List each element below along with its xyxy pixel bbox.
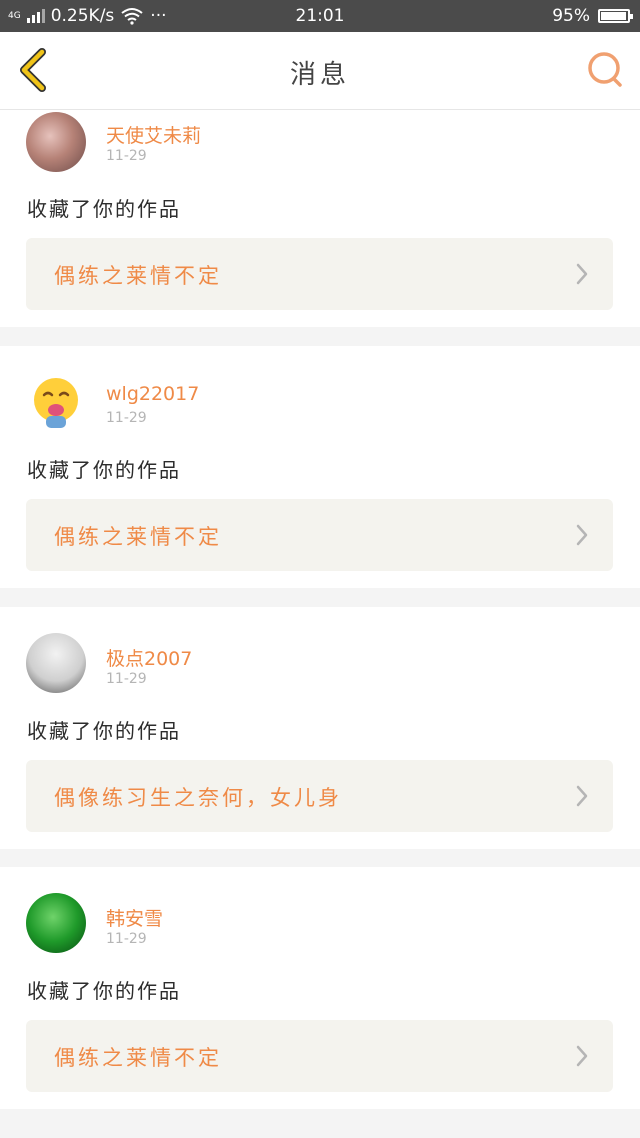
work-link[interactable]: 偶练之莱情不定 (26, 1020, 613, 1092)
emoji-avatar-icon (34, 378, 78, 428)
message-date: 11-29 (106, 148, 147, 164)
chevron-right-icon (576, 1045, 588, 1067)
username[interactable]: 韩安雪 (106, 904, 163, 931)
work-title: 偶像练习生之奈何，女儿身 (54, 786, 342, 810)
message-card: 极点2007 11-29 收藏了你的作品 偶像练习生之奈何，女儿身 (0, 607, 640, 849)
message-date: 11-29 (106, 671, 147, 687)
status-right: 95% (552, 6, 633, 26)
work-title: 偶练之莱情不定 (54, 1046, 222, 1070)
status-bar: 4G 0.25K/s ··· 21:01 95% (0, 0, 640, 32)
work-link[interactable]: 偶练之莱情不定 (26, 499, 613, 571)
work-link[interactable]: 偶练之莱情不定 (26, 238, 613, 310)
chevron-right-icon (576, 785, 588, 807)
work-title: 偶练之莱情不定 (54, 525, 222, 549)
chevron-right-icon (576, 524, 588, 546)
clock: 21:01 (295, 6, 345, 26)
message-card: 天使艾未莉 11-29 收藏了你的作品 偶练之莱情不定 (0, 110, 640, 327)
avatar[interactable] (26, 633, 86, 693)
battery-fill (601, 12, 626, 20)
message-card: wlg22017 11-29 收藏了你的作品 偶练之莱情不定 (0, 346, 640, 588)
message-action: 收藏了你的作品 (27, 719, 181, 743)
battery-percent: 95% (552, 6, 590, 26)
page-title: 消息 (289, 60, 350, 90)
message-action: 收藏了你的作品 (27, 197, 181, 221)
avatar[interactable] (26, 372, 86, 432)
message-date: 11-29 (106, 410, 147, 426)
search-icon[interactable] (586, 50, 624, 90)
work-title: 偶练之莱情不定 (54, 264, 222, 288)
avatar[interactable] (26, 112, 86, 172)
username[interactable]: wlg22017 (106, 383, 199, 405)
nav-bar: 消息 (0, 32, 640, 110)
username[interactable]: 极点2007 (106, 644, 192, 671)
work-link[interactable]: 偶像练习生之奈何，女儿身 (26, 760, 613, 832)
username[interactable]: 天使艾未莉 (106, 121, 201, 148)
message-date: 11-29 (106, 931, 147, 947)
message-action: 收藏了你的作品 (27, 979, 181, 1003)
battery-icon (598, 9, 633, 23)
message-card: 韩安雪 11-29 收藏了你的作品 偶练之莱情不定 (0, 867, 640, 1109)
message-action: 收藏了你的作品 (27, 458, 181, 482)
chevron-right-icon (576, 263, 588, 285)
avatar[interactable] (26, 893, 86, 953)
